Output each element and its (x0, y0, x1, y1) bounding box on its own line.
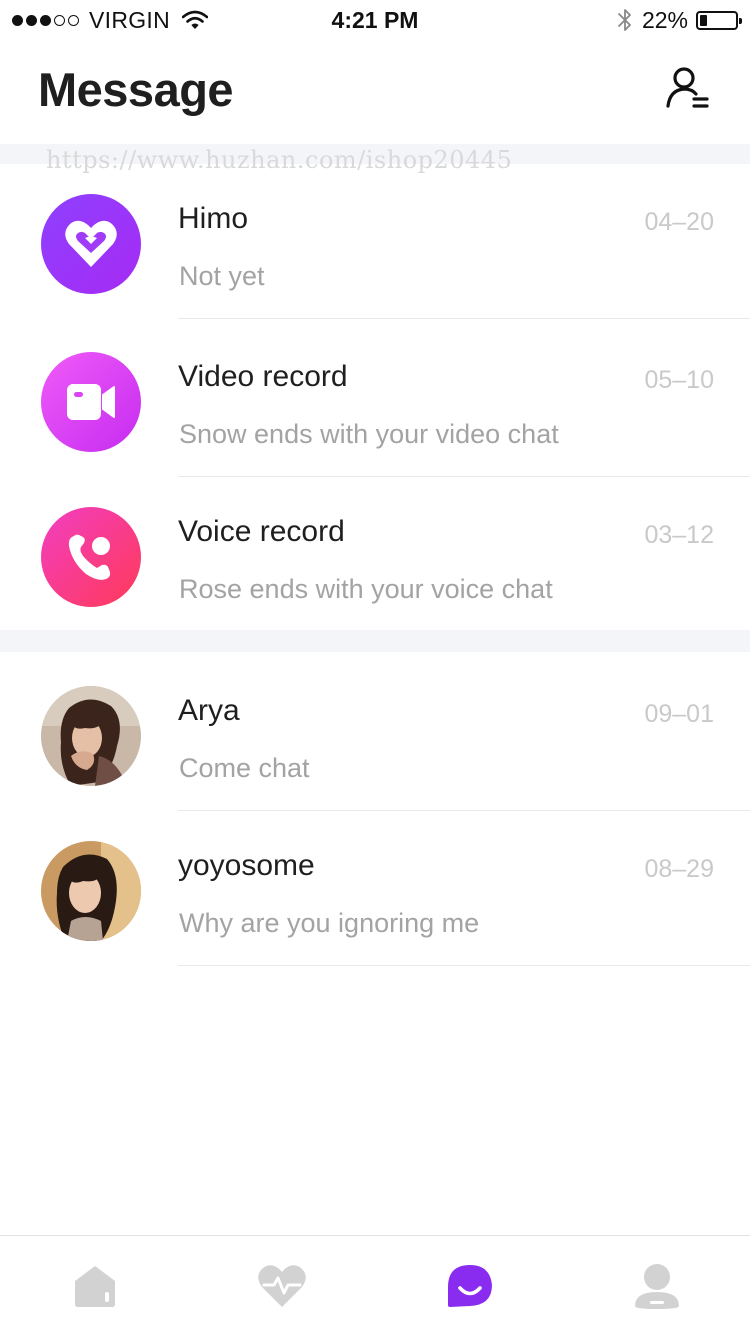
message-smile-icon (448, 1265, 492, 1307)
list-item-date: 04–20 (644, 208, 714, 236)
section-separator (0, 630, 750, 652)
list-item-name: Arya (178, 694, 240, 727)
status-bar: VIRGIN 4:21 PM 22% (0, 0, 750, 40)
user-list-icon (666, 67, 709, 108)
list-item-preview: Rose ends with your voice chat (179, 574, 553, 604)
heart-pulse-icon (258, 1265, 306, 1307)
list-item-voice-record[interactable]: Voice record Rose ends with your voice c… (0, 477, 750, 632)
list-item-date: 08–29 (644, 855, 714, 883)
voice-record-avatar (41, 507, 141, 607)
list-item-name: Voice record (178, 515, 345, 548)
list-item-preview: Come chat (179, 753, 310, 783)
heart-icon (65, 220, 117, 267)
video-camera-icon (67, 384, 115, 420)
list-item-himo[interactable]: Himo Not yet 04–20 (0, 164, 750, 319)
tab-message[interactable] (442, 1260, 498, 1312)
status-right: 22% (616, 6, 742, 34)
header: Message (0, 40, 750, 144)
list-item-preview: Snow ends with your video chat (179, 419, 559, 449)
row-divider (178, 965, 750, 966)
list-item-date: 09–01 (644, 700, 714, 728)
page-title: Message (38, 63, 234, 116)
phone-icon (68, 534, 111, 580)
tab-profile[interactable] (629, 1260, 685, 1312)
list-item-arya[interactable]: Arya Come chat 09–01 (0, 656, 750, 811)
list-item-preview: Not yet (179, 261, 265, 291)
list-item-date: 03–12 (644, 521, 714, 549)
battery-percent: 22% (641, 6, 688, 33)
tab-heart[interactable] (254, 1260, 310, 1312)
profile-icon (635, 1264, 679, 1309)
list-item-preview: Why are you ignoring me (179, 908, 480, 938)
list-item-name: Video record (178, 360, 348, 393)
list-item-date: 05–10 (644, 366, 714, 394)
tab-home[interactable] (67, 1260, 123, 1312)
avatar (41, 841, 141, 941)
battery-icon (696, 10, 742, 30)
contacts-button[interactable] (664, 64, 712, 112)
list-item-yoyosome[interactable]: yoyosome Why are you ignoring me 08–29 (0, 811, 750, 966)
home-icon (75, 1266, 115, 1307)
bluetooth-icon (618, 9, 631, 31)
avatar (41, 686, 141, 786)
arya-photo (41, 686, 141, 786)
video-record-avatar (41, 352, 141, 452)
yoyosome-photo (41, 841, 141, 941)
list-item-name: yoyosome (178, 849, 315, 882)
tab-bar (0, 1235, 750, 1334)
row-divider (178, 318, 750, 319)
himo-avatar (41, 194, 141, 294)
battery-level-fill (700, 14, 707, 26)
list-item-name: Himo (178, 202, 249, 235)
list-item-video-record[interactable]: Video record Snow ends with your video c… (0, 322, 750, 477)
